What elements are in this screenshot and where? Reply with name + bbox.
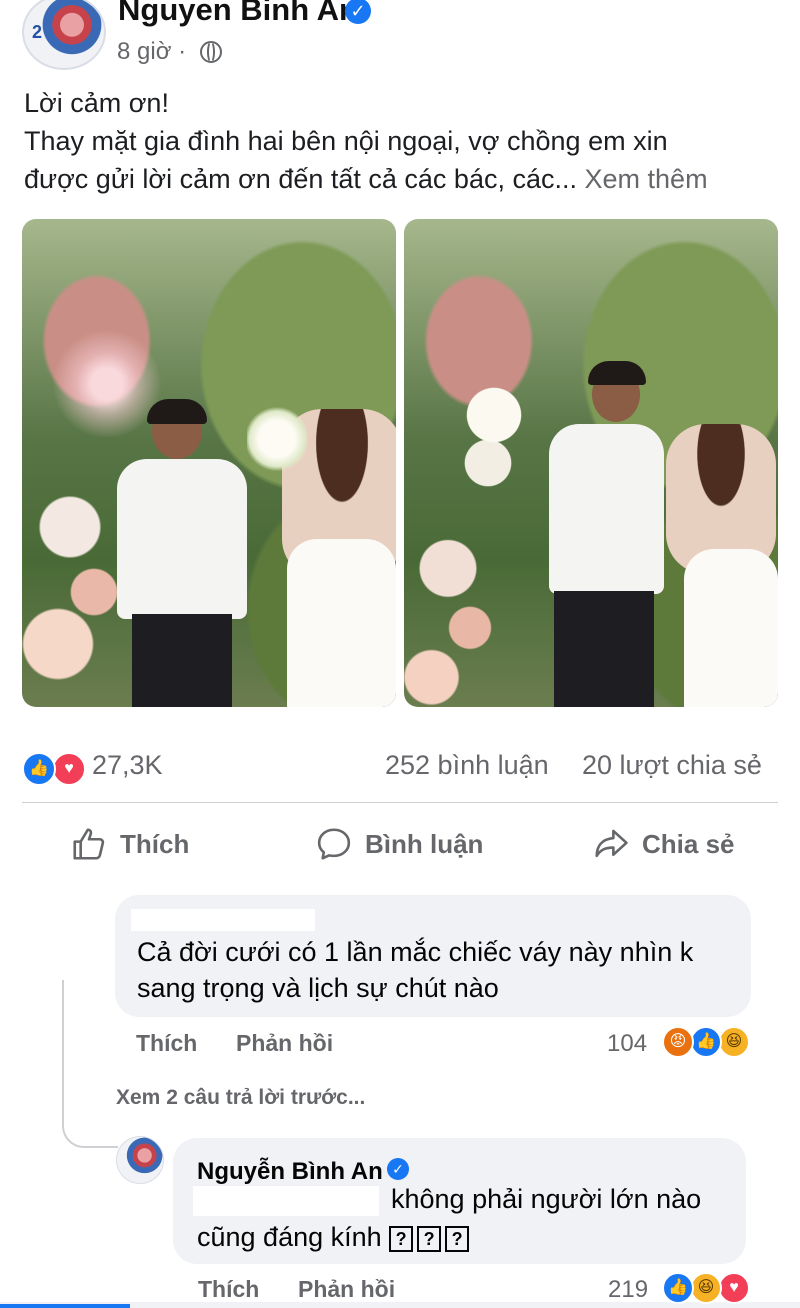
shares-count[interactable]: 20 lượt chia sẻ — [582, 750, 762, 781]
redacted-name — [131, 909, 315, 931]
angry-reaction-icon: 😡 — [662, 1026, 694, 1058]
reply-text-line-1: không phải người lớn nào — [391, 1184, 702, 1214]
reply-reaction-count[interactable]: 219 — [608, 1276, 648, 1304]
unknown-emoji-box: ? — [445, 1225, 470, 1252]
comment-like-link[interactable]: Thích — [136, 1030, 197, 1057]
comment-reply-link[interactable]: Phản hồi — [236, 1030, 333, 1057]
reply-text-line-2-text: cũng đáng kính — [197, 1222, 382, 1252]
like-reaction-icon: 👍 — [22, 752, 56, 786]
comment-bubble[interactable]: Cả đời cưới có 1 lần mắc chiếc váy này n… — [115, 895, 751, 1017]
comment-reaction-count[interactable]: 104 — [607, 1030, 647, 1058]
unknown-emoji-box: ? — [417, 1225, 442, 1252]
globe-icon — [200, 41, 222, 63]
redacted-mention — [193, 1186, 379, 1216]
post-timestamp[interactable]: 8 giờ · — [117, 38, 186, 66]
wedding-photo-right[interactable] — [404, 219, 778, 707]
divider — [22, 802, 778, 803]
share-button-label: Chia sẻ — [642, 828, 735, 859]
love-reaction-icon: ♥ — [52, 752, 86, 786]
wedding-photo-left[interactable] — [22, 219, 396, 707]
like-reaction-icon: 👍 — [690, 1026, 722, 1058]
comments-count[interactable]: 252 bình luận — [385, 750, 549, 781]
view-previous-replies-link[interactable]: Xem 2 câu trả lời trước... — [116, 1086, 365, 1110]
reply-author-avatar[interactable] — [116, 1136, 164, 1184]
love-reaction-icon: ♥ — [718, 1272, 750, 1304]
post-text-line-3: được gửi lời cảm ơn đến tất cả các bác, … — [24, 164, 708, 195]
comment-text-line-2: sang trọng và lịch sự chút nào — [137, 973, 499, 1003]
haha-reaction-icon: 😆 — [690, 1272, 722, 1304]
reply-bubble[interactable]: Nguyễn Bình An ✓ không phải người lớn nà… — [173, 1138, 746, 1264]
reactions-count[interactable]: 27,3K — [92, 750, 163, 781]
like-reaction-icon: 👍 — [662, 1272, 694, 1304]
unknown-emoji-box: ? — [389, 1225, 414, 1252]
author-avatar[interactable]: 2 — [22, 0, 106, 70]
post-text-line-2: Thay mặt gia đình hai bên nội ngoại, vợ … — [24, 126, 668, 156]
like-button-label: Thích — [120, 828, 190, 859]
verified-badge-icon: ✓ — [345, 0, 371, 24]
comment-button[interactable]: Bình luận — [315, 820, 483, 868]
share-button[interactable]: Chia sẻ — [592, 820, 735, 868]
scroll-indicator — [0, 1304, 130, 1308]
reply-reply-link[interactable]: Phản hồi — [298, 1276, 395, 1303]
comment-icon — [317, 828, 351, 860]
thumbs-up-icon — [73, 828, 105, 860]
author-name[interactable]: Nguyen Binh An — [118, 0, 358, 28]
thread-line — [62, 980, 64, 1098]
thread-connector — [62, 1098, 118, 1148]
verified-badge-icon: ✓ — [387, 1158, 409, 1180]
like-button[interactable]: Thích — [70, 820, 189, 868]
comment-text-line-1: Cả đời cưới có 1 lần mắc chiếc váy này n… — [137, 937, 694, 967]
see-more-link[interactable]: Xem thêm — [585, 164, 708, 194]
comment-button-label: Bình luận — [365, 828, 484, 859]
share-icon — [595, 829, 628, 858]
post-text-line-1: Lời cảm ơn! — [24, 88, 169, 118]
haha-reaction-icon: 😆 — [718, 1026, 750, 1058]
post-text-truncated: được gửi lời cảm ơn đến tất cả các bác, … — [24, 164, 577, 194]
reply-like-link[interactable]: Thích — [198, 1276, 259, 1303]
reply-author-name[interactable]: Nguyễn Bình An — [197, 1158, 383, 1186]
reply-text-line-2: cũng đáng kính ??? — [197, 1222, 473, 1253]
